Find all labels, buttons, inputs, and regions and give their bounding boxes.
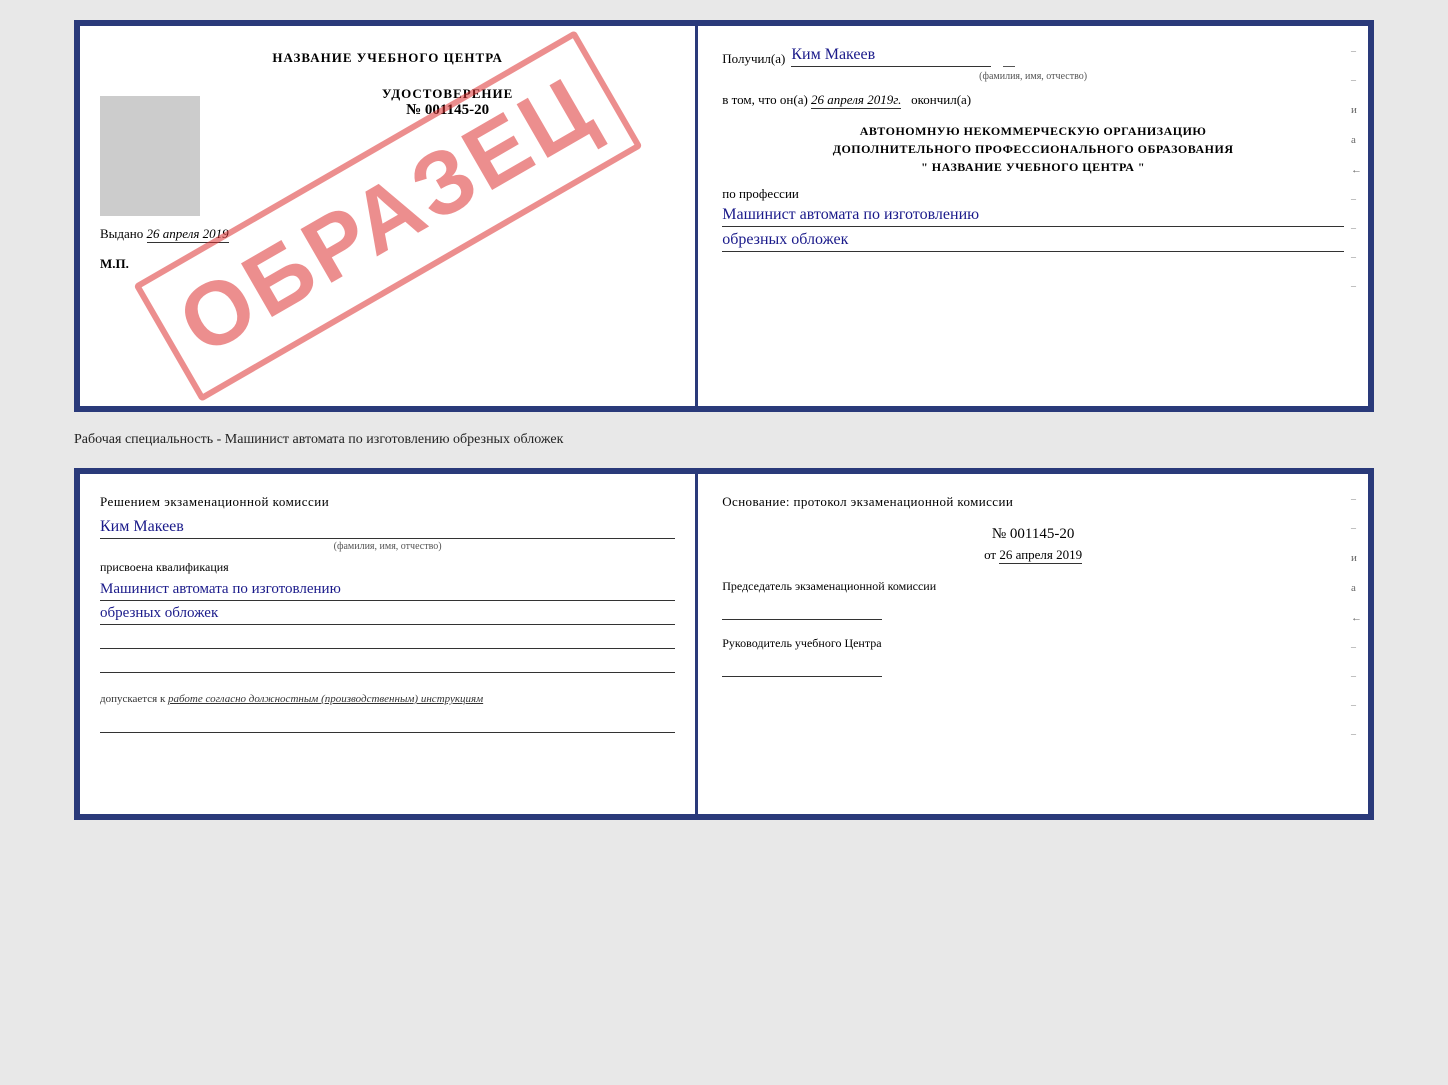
edge-mark-5: – — [1351, 252, 1362, 263]
bottom-document-pair: Решением экзаменационной комиссии Ким Ма… — [74, 468, 1374, 820]
resheniem-label: Решением экзаменационной комиссии — [100, 494, 675, 510]
bottom-edge-mark-3: – — [1351, 642, 1362, 653]
bottom-edge-mark-a: а — [1351, 582, 1362, 594]
bottom-edge-mark-i: и — [1351, 552, 1362, 564]
profession-line1: Машинист автомата по изготовлению — [722, 206, 1344, 227]
bottom-doc-right: Основание: протокол экзаменационной коми… — [698, 474, 1368, 814]
sign-line-2 — [100, 653, 675, 673]
sign-line-bottom — [100, 713, 675, 733]
separator-text: Рабочая специальность - Машинист автомат… — [74, 428, 1374, 452]
rukovoditel-block: Руководитель учебного Центра — [722, 636, 1344, 677]
right-edge-marks: – – и а ← – – – – — [1351, 46, 1362, 292]
protocol-num: № 001145-20 — [722, 526, 1344, 543]
profession-label: по профессии — [722, 186, 1344, 202]
top-left-title: НАЗВАНИЕ УЧЕБНОГО ЦЕНТРА — [100, 50, 675, 66]
vydano-line: Выдано 26 апреля 2019 — [100, 226, 675, 242]
bottom-edge-mark-arrow: ← — [1351, 612, 1362, 624]
bottom-edge-mark-5: – — [1351, 700, 1362, 711]
edge-mark-i: и — [1351, 104, 1362, 116]
bottom-edge-mark-2: – — [1351, 523, 1362, 534]
bottom-edge-mark-6: – — [1351, 729, 1362, 740]
org-block: АВТОНОМНУЮ НЕКОММЕРЧЕСКУЮ ОРГАНИЗАЦИЮ ДО… — [722, 122, 1344, 176]
vtom-label: в том, что он(а) — [722, 92, 808, 107]
org-line1: АВТОНОМНУЮ НЕКОММЕРЧЕСКУЮ ОРГАНИЗАЦИЮ — [722, 122, 1344, 140]
bottom-fio: Ким Макеев — [100, 518, 675, 539]
sign-line-1 — [100, 629, 675, 649]
edge-mark-4: – — [1351, 223, 1362, 234]
qualification-line2: обрезных обложек — [100, 605, 675, 625]
edge-mark-arrow: ← — [1351, 164, 1362, 176]
chairman-label: Председатель экзаменационной комиссии — [722, 579, 1344, 594]
ot-label: от — [984, 547, 996, 562]
dopuskaetsya-block: допускается к работе согласно должностны… — [100, 693, 675, 705]
prisvoena-label: присвоена квалификация — [100, 560, 675, 575]
org-line3: " НАЗВАНИЕ УЧЕБНОГО ЦЕНТРА " — [722, 158, 1344, 176]
bottom-fio-subtitle: (фамилия, имя, отчество) — [100, 541, 675, 552]
vtom-date: 26 апреля 2019г. — [811, 92, 901, 109]
osnov-label: Основание: протокол экзаменационной коми… — [722, 494, 1344, 510]
edge-mark-3: – — [1351, 194, 1362, 205]
vydano-date: 26 апреля 2019 — [147, 226, 229, 243]
bottom-doc-left: Решением экзаменационной комиссии Ким Ма… — [80, 474, 698, 814]
profession-line2: обрезных обложек — [722, 231, 1344, 252]
vtom-line: в том, что он(а) 26 апреля 2019г. окончи… — [722, 92, 1344, 108]
dopuskaetsya-label: допускается к — [100, 693, 165, 705]
top-document-pair: НАЗВАНИЕ УЧЕБНОГО ЦЕНТРА УДОСТОВЕРЕНИЕ №… — [74, 20, 1374, 412]
rukovoditel-label: Руководитель учебного Центра — [722, 636, 1344, 651]
edge-mark-1: – — [1351, 46, 1362, 57]
edge-mark-2: – — [1351, 75, 1362, 86]
photo-placeholder — [100, 96, 200, 216]
chairman-block: Председатель экзаменационной комиссии — [722, 579, 1344, 620]
protocol-date: от 26 апреля 2019 — [722, 547, 1344, 563]
bottom-edge-mark-4: – — [1351, 671, 1362, 682]
chairman-sign-line — [722, 600, 882, 620]
received-label: Получил(а) — [722, 51, 785, 67]
dopuskaetsya-val: работе согласно должностным (производств… — [168, 693, 483, 705]
top-doc-left: НАЗВАНИЕ УЧЕБНОГО ЦЕНТРА УДОСТОВЕРЕНИЕ №… — [80, 26, 698, 406]
edge-mark-a: а — [1351, 134, 1362, 146]
top-right-dash1 — [1003, 66, 1015, 67]
bottom-right-edge-marks: – – и а ← – – – – — [1351, 494, 1362, 740]
org-line2: ДОПОЛНИТЕЛЬНОГО ПРОФЕССИОНАЛЬНОГО ОБРАЗО… — [722, 140, 1344, 158]
fio-subtitle-top: (фамилия, имя, отчество) — [722, 71, 1344, 82]
qualification-line1: Машинист автомата по изготовлению — [100, 581, 675, 601]
vydano-label: Выдано — [100, 226, 143, 241]
protocol-date-val: 26 апреля 2019 — [999, 547, 1082, 564]
received-line: Получил(а) Ким Макеев — [722, 46, 1344, 67]
mp-label: М.П. — [100, 256, 675, 272]
okonchil-label: окончил(а) — [911, 92, 971, 107]
edge-mark-6: – — [1351, 281, 1362, 292]
top-doc-right: Получил(а) Ким Макеев (фамилия, имя, отч… — [698, 26, 1368, 406]
bottom-edge-mark-1: – — [1351, 494, 1362, 505]
rukovoditel-sign-line — [722, 657, 882, 677]
received-name: Ким Макеев — [791, 46, 991, 67]
